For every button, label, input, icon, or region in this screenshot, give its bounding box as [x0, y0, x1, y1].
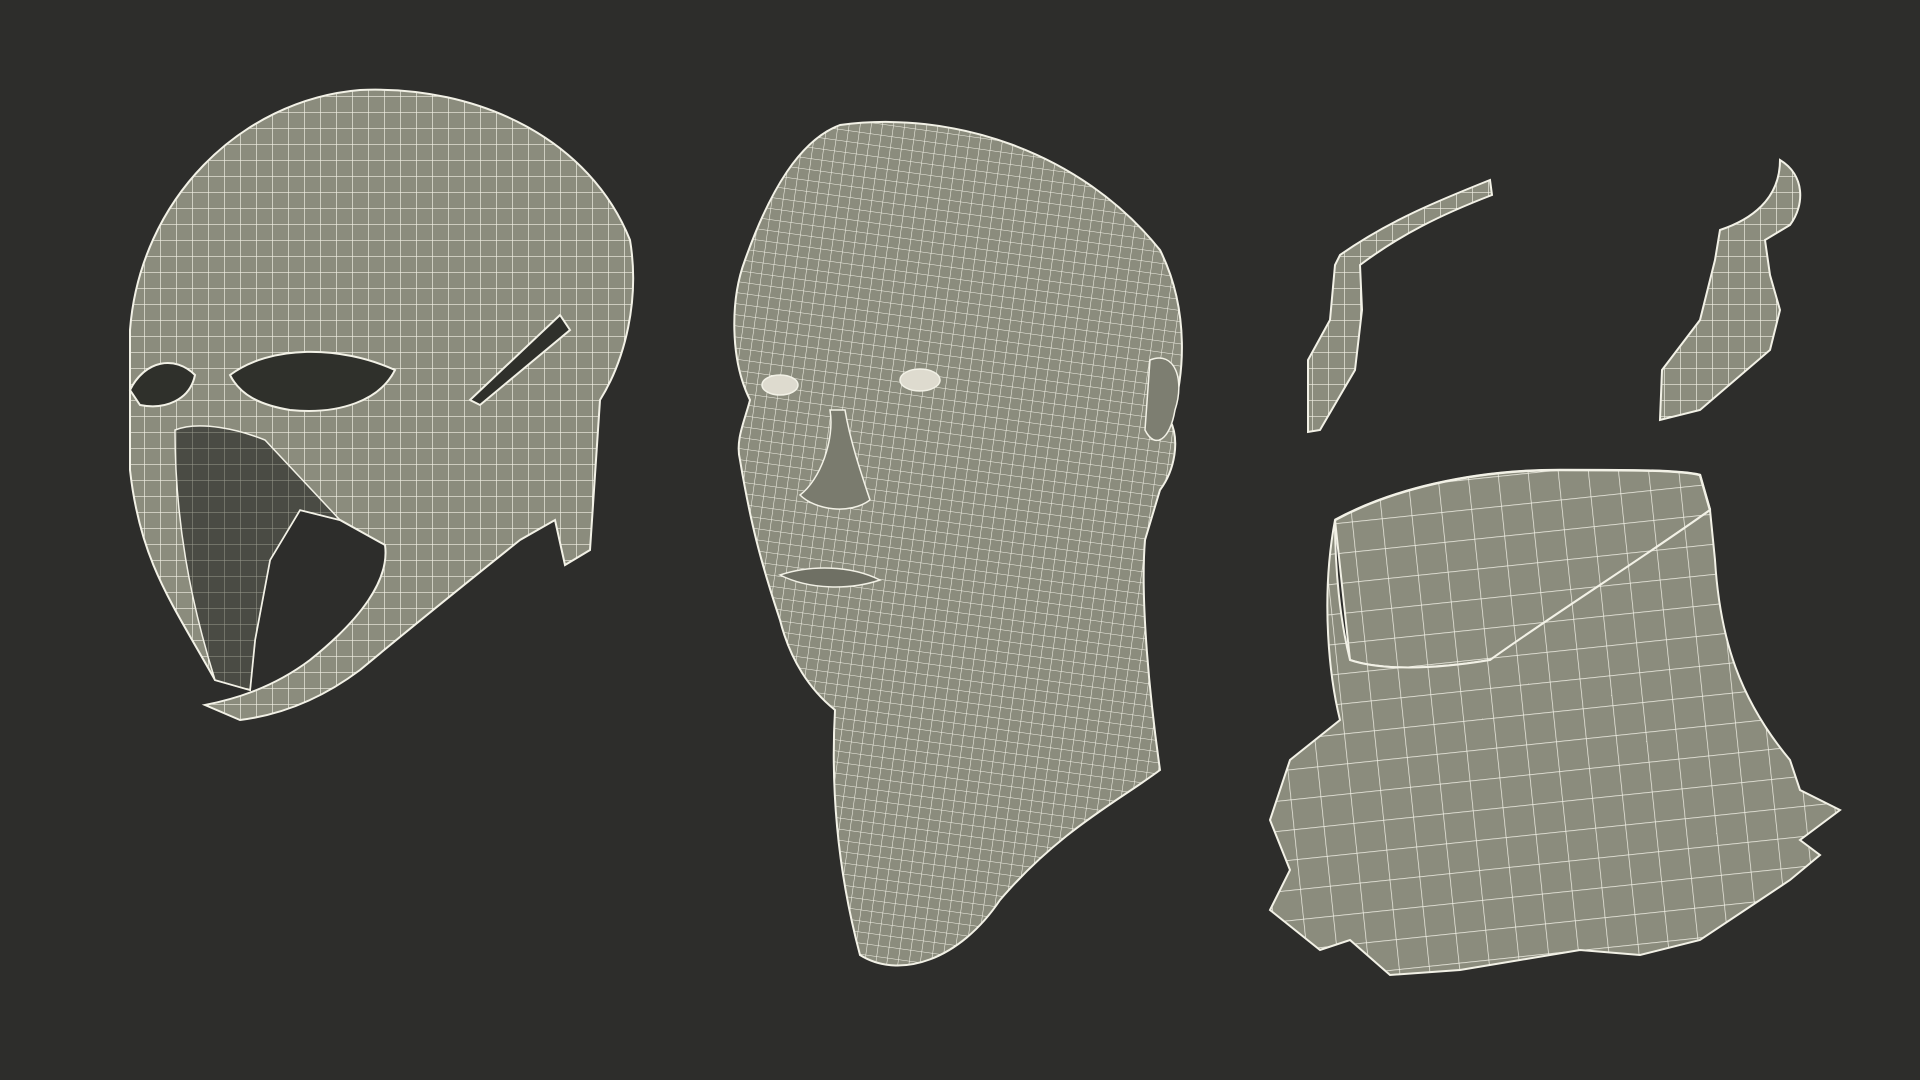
- horn-right-shape: [1658, 158, 1802, 422]
- wireframe-head-icon: [733, 120, 1183, 967]
- wireframe-horn-right-icon: [1658, 158, 1802, 422]
- wireframe-horn-left-icon: [1307, 178, 1494, 434]
- horn-left-shape: [1307, 178, 1494, 434]
- wireframe-collar-icon: [1268, 468, 1842, 977]
- head-surface: [733, 120, 1183, 967]
- wireframe-mask-icon: [128, 88, 635, 722]
- wireframe-scene: [128, 88, 1842, 977]
- head-eye-left: [761, 374, 799, 396]
- head-eye-right: [899, 368, 941, 392]
- render-viewport: [0, 0, 1920, 1080]
